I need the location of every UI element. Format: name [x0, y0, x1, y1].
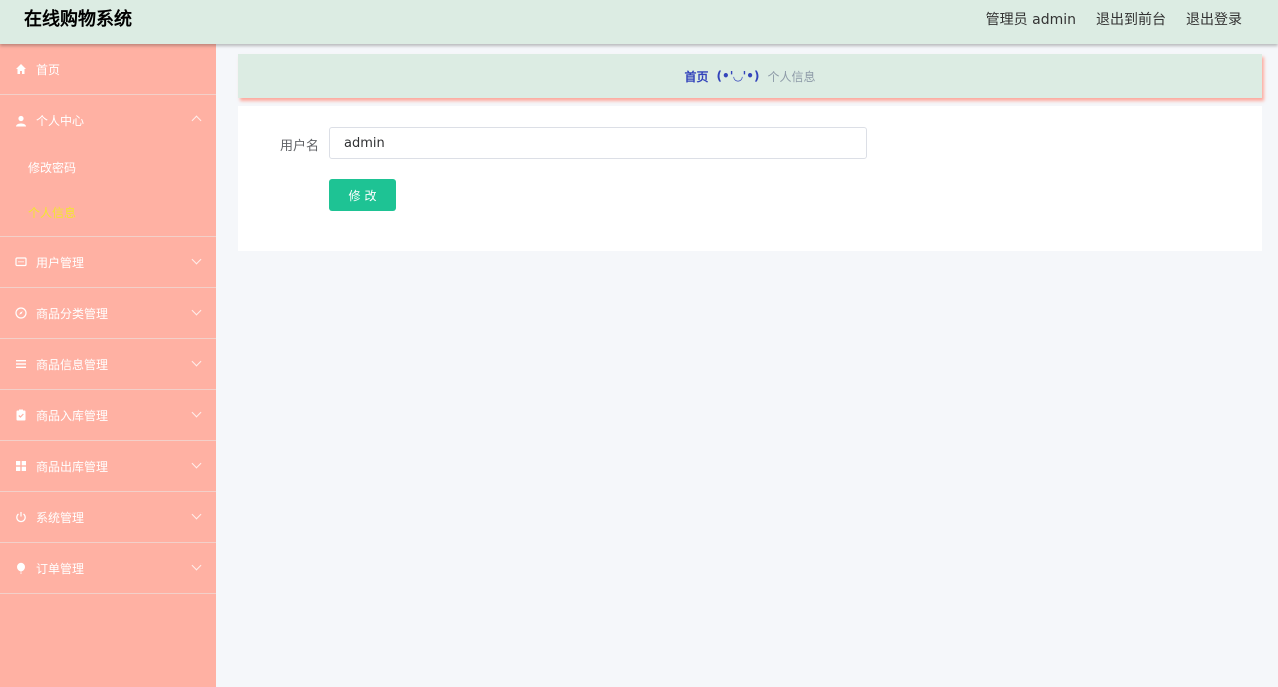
- logout-link[interactable]: 退出登录: [1186, 0, 1242, 40]
- compass-icon: [15, 307, 27, 319]
- profile-form-panel: 用户名 修改: [238, 106, 1262, 251]
- sidebar-item-label: 首页: [36, 61, 60, 78]
- message-icon: [15, 256, 27, 268]
- sidebar-item-label: 用户管理: [36, 254, 84, 271]
- breadcrumb-separator: (•'◡'•): [717, 69, 760, 83]
- username-input[interactable]: [329, 127, 867, 159]
- sidebar-item-category-management[interactable]: 商品分类管理: [0, 288, 216, 339]
- user-icon: [15, 115, 27, 127]
- chevron-down-icon: [192, 459, 202, 469]
- chevron-down-icon: [192, 255, 202, 265]
- chevron-up-icon: [192, 116, 202, 126]
- sidebar-item-label: 商品信息管理: [36, 356, 108, 373]
- clipboard-icon: [15, 409, 27, 421]
- sidebar-group-personal-center: 个人中心 修改密码 个人信息: [0, 95, 216, 237]
- sidebar-item-label: 商品分类管理: [36, 305, 108, 322]
- sidebar-item-product-info-management[interactable]: 商品信息管理: [0, 339, 216, 390]
- sidebar-item-stock-in-management[interactable]: 商品入库管理: [0, 390, 216, 441]
- submenu-personal-info[interactable]: 个人信息: [0, 191, 216, 236]
- power-icon: [15, 511, 27, 523]
- list-icon: [15, 358, 27, 370]
- username-label: 用户名: [280, 135, 319, 154]
- sidebar-item-system-management[interactable]: 系统管理: [0, 492, 216, 543]
- breadcrumb-home-link[interactable]: 首页: [685, 68, 709, 85]
- chevron-down-icon: [192, 408, 202, 418]
- app-title: 在线购物系统: [24, 0, 132, 40]
- chevron-down-icon: [192, 510, 202, 520]
- sidebar-item-user-management[interactable]: 用户管理: [0, 237, 216, 288]
- chevron-down-icon: [192, 306, 202, 316]
- header-actions: 管理员 admin 退出到前台 退出登录: [986, 0, 1242, 40]
- grid-icon: [15, 460, 27, 472]
- sidebar-item-home[interactable]: 首页: [0, 44, 216, 95]
- sidebar: 首页 个人中心 修改密码 个人信息 用户管理 商品分类管理 商品信息管理: [0, 44, 216, 687]
- submenu-change-password[interactable]: 修改密码: [0, 146, 216, 191]
- modify-button[interactable]: 修改: [329, 179, 396, 211]
- sidebar-item-label: 商品入库管理: [36, 407, 108, 424]
- chevron-down-icon: [192, 561, 202, 571]
- breadcrumb: 首页 (•'◡'•) 个人信息: [238, 54, 1262, 98]
- sidebar-item-label: 商品出库管理: [36, 458, 108, 475]
- sidebar-item-label: 系统管理: [36, 509, 84, 526]
- admin-label: 管理员 admin: [986, 0, 1076, 40]
- sidebar-item-label: 个人中心: [36, 112, 84, 129]
- home-icon: [15, 63, 27, 75]
- sidebar-item-personal-center[interactable]: 个人中心: [0, 95, 216, 146]
- chevron-down-icon: [192, 357, 202, 367]
- breadcrumb-current: 个人信息: [767, 68, 815, 85]
- top-header: 在线购物系统 管理员 admin 退出到前台 退出登录: [0, 0, 1278, 44]
- balloon-icon: [15, 562, 27, 574]
- sidebar-item-stock-out-management[interactable]: 商品出库管理: [0, 441, 216, 492]
- exit-to-frontend-link[interactable]: 退出到前台: [1096, 0, 1166, 40]
- sidebar-item-order-management[interactable]: 订单管理: [0, 543, 216, 594]
- sidebar-item-label: 订单管理: [36, 560, 84, 577]
